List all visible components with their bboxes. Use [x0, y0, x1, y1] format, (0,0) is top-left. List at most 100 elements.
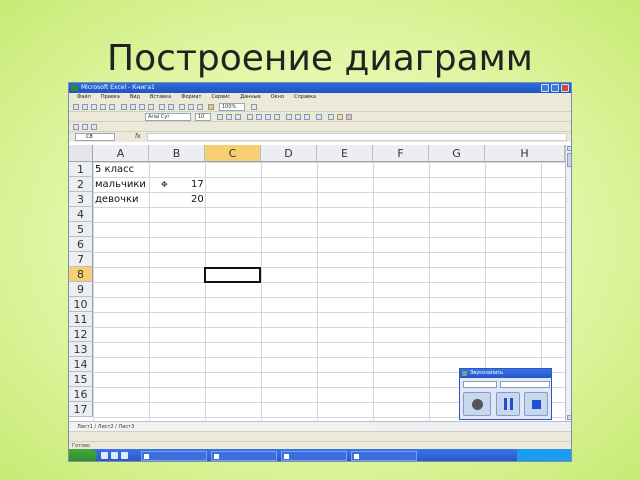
cell-a1[interactable]: 5 класс [95, 162, 134, 177]
font-size-select[interactable]: 10 [195, 113, 211, 121]
preview-icon[interactable] [109, 104, 115, 110]
formula-input[interactable] [147, 133, 567, 141]
quicklaunch-icon-1[interactable] [101, 452, 108, 459]
column-header-h[interactable]: H [485, 145, 565, 162]
row-header-9[interactable]: 9 [69, 282, 93, 297]
column-header-c[interactable]: C [205, 145, 261, 162]
scroll-thumb[interactable] [567, 153, 571, 167]
menu-edit[interactable]: Правка [101, 93, 120, 102]
menu-window[interactable]: Окно [271, 93, 284, 102]
help-icon[interactable] [251, 104, 257, 110]
bold-icon[interactable] [217, 114, 223, 120]
menu-format[interactable]: Формат [181, 93, 201, 102]
record-button[interactable] [463, 392, 491, 416]
vertical-scrollbar[interactable] [565, 145, 571, 421]
sort-asc-icon[interactable] [188, 104, 194, 110]
chart-wizard-icon[interactable] [208, 104, 214, 110]
scroll-up-icon[interactable] [567, 146, 571, 151]
cut-icon[interactable] [130, 104, 136, 110]
column-header-g[interactable]: G [429, 145, 485, 162]
undo-icon[interactable] [159, 104, 165, 110]
row-header-16[interactable]: 16 [69, 387, 93, 402]
indent-icon[interactable] [316, 114, 322, 120]
row-header-10[interactable]: 10 [69, 297, 93, 312]
align-left-icon[interactable] [247, 114, 253, 120]
scroll-down-icon[interactable] [567, 415, 571, 420]
column-header-d[interactable]: D [261, 145, 317, 162]
percent-icon[interactable] [295, 114, 301, 120]
column-header-a[interactable]: A [93, 145, 149, 162]
menu-help[interactable]: Справка [294, 93, 316, 102]
column-header-e[interactable]: E [317, 145, 373, 162]
currency-icon[interactable] [286, 114, 292, 120]
thousands-icon[interactable] [304, 114, 310, 120]
open-icon[interactable] [82, 104, 88, 110]
align-center-icon[interactable] [256, 114, 262, 120]
horizontal-scrollbar[interactable] [369, 421, 571, 431]
row-header-2[interactable]: 2 [69, 177, 93, 192]
cell-b3[interactable]: 20 [191, 192, 204, 207]
borders-icon[interactable] [328, 114, 334, 120]
sort-desc-icon[interactable] [197, 104, 203, 110]
taskbar-item-3[interactable] [281, 451, 347, 461]
row-header-14[interactable]: 14 [69, 357, 93, 372]
menu-view[interactable]: Вид [130, 93, 140, 102]
merge-icon[interactable] [274, 114, 280, 120]
save-icon[interactable] [91, 104, 97, 110]
cell-a2[interactable]: мальчики [95, 177, 146, 192]
select-all-corner[interactable] [69, 145, 93, 162]
new-icon[interactable] [73, 104, 79, 110]
menu-data[interactable]: Данные [240, 93, 261, 102]
row-header-12[interactable]: 12 [69, 327, 93, 342]
quicklaunch-icon-2[interactable] [111, 452, 118, 459]
align-right-icon[interactable] [265, 114, 271, 120]
pause-button[interactable] [496, 392, 520, 416]
taskbar-item-4[interactable] [351, 451, 417, 461]
spellcheck-icon[interactable] [121, 104, 127, 110]
taskbar-item-1[interactable] [141, 451, 207, 461]
row-header-3[interactable]: 3 [69, 192, 93, 207]
row-header-17[interactable]: 17 [69, 402, 93, 417]
close-icon[interactable] [561, 84, 569, 92]
underline-icon[interactable] [235, 114, 241, 120]
sheet-tabs-label[interactable]: Лист1 / Лист2 / Лист3 [77, 424, 134, 430]
row-header-6[interactable]: 6 [69, 237, 93, 252]
stop-button[interactable] [524, 392, 548, 416]
italic-icon[interactable] [226, 114, 232, 120]
column-header-f[interactable]: F [373, 145, 429, 162]
cell-a3[interactable]: девочки [95, 192, 139, 207]
toolbar-icon-a[interactable] [73, 124, 79, 130]
toolbar-icon-c[interactable] [91, 124, 97, 130]
start-button[interactable] [69, 449, 97, 461]
row-header-13[interactable]: 13 [69, 342, 93, 357]
redo-icon[interactable] [168, 104, 174, 110]
fill-color-icon[interactable] [337, 114, 343, 120]
name-box[interactable]: C8 [75, 133, 115, 141]
row-header-4[interactable]: 4 [69, 207, 93, 222]
row-header-11[interactable]: 11 [69, 312, 93, 327]
copy-icon[interactable] [139, 104, 145, 110]
toolbar-icon-b[interactable] [82, 124, 88, 130]
cell-b2[interactable]: 17 [191, 177, 204, 192]
menu-insert[interactable]: Вставка [150, 93, 171, 102]
font-color-icon[interactable] [346, 114, 352, 120]
recorder-source-select[interactable] [463, 381, 497, 388]
maximize-icon[interactable] [551, 84, 559, 92]
taskbar-item-2[interactable] [211, 451, 277, 461]
recorder-format-select[interactable] [500, 381, 550, 388]
active-cell-c8[interactable] [204, 267, 261, 283]
paste-icon[interactable] [148, 104, 154, 110]
row-header-1[interactable]: 1 [69, 162, 93, 177]
print-icon[interactable] [100, 104, 106, 110]
row-header-7[interactable]: 7 [69, 252, 93, 267]
menu-file[interactable]: Файл [77, 93, 91, 102]
font-name-select[interactable]: Arial Cyr [145, 113, 191, 121]
quicklaunch-icon-3[interactable] [121, 452, 128, 459]
row-header-8[interactable]: 8 [69, 267, 93, 282]
zoom-select[interactable]: 100% [219, 103, 245, 111]
autosum-icon[interactable] [179, 104, 185, 110]
menu-tools[interactable]: Сервис [211, 93, 230, 102]
row-header-15[interactable]: 15 [69, 372, 93, 387]
fx-icon[interactable]: fx [135, 133, 141, 140]
column-header-b[interactable]: B [149, 145, 205, 162]
